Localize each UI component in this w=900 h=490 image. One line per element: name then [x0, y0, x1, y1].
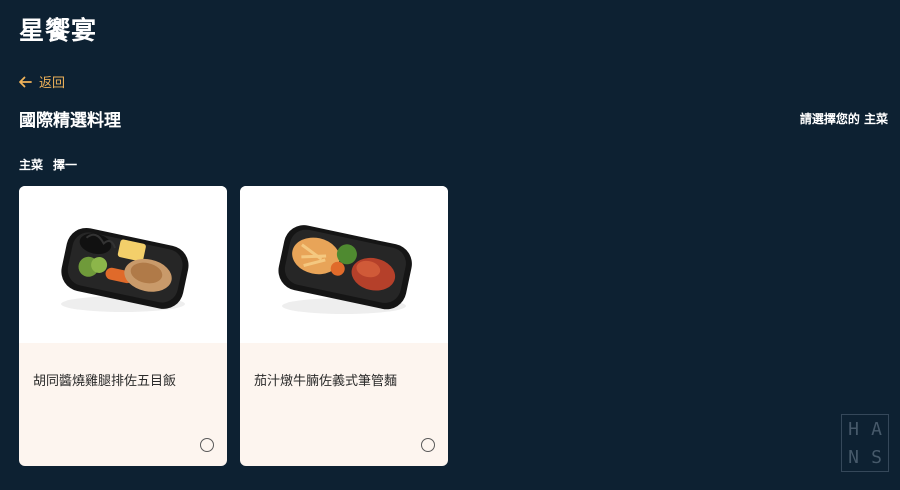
meal-radio-1[interactable]: [200, 438, 214, 452]
arrow-left-icon: [19, 76, 32, 87]
meal-radio-2[interactable]: [421, 438, 435, 452]
category-name: 主菜: [19, 158, 44, 172]
meal-card-2[interactable]: 茄汁燉牛腩佐義式筆管麵: [240, 186, 448, 466]
meal-name-2: 茄汁燉牛腩佐義式筆管麵: [254, 374, 398, 389]
meal-photo-2: [240, 186, 448, 343]
back-button[interactable]: 返回: [18, 72, 65, 91]
meal-photo-1: [19, 186, 227, 343]
meal-card-1[interactable]: 胡同醬燒雞腿排佐五目飯: [19, 186, 227, 466]
app-title: 星饗宴: [19, 16, 98, 45]
watermark-logo: HA NS: [841, 414, 889, 472]
back-label: 返回: [39, 76, 66, 91]
category-rule: 擇一: [53, 158, 78, 172]
category-label: 主菜 擇一: [19, 156, 77, 173]
section-title: 國際精選料理: [19, 111, 121, 131]
meal-name-1: 胡同醬燒雞腿排佐五目飯: [33, 374, 177, 389]
selection-hint: 請選擇您的 主菜: [799, 112, 888, 126]
